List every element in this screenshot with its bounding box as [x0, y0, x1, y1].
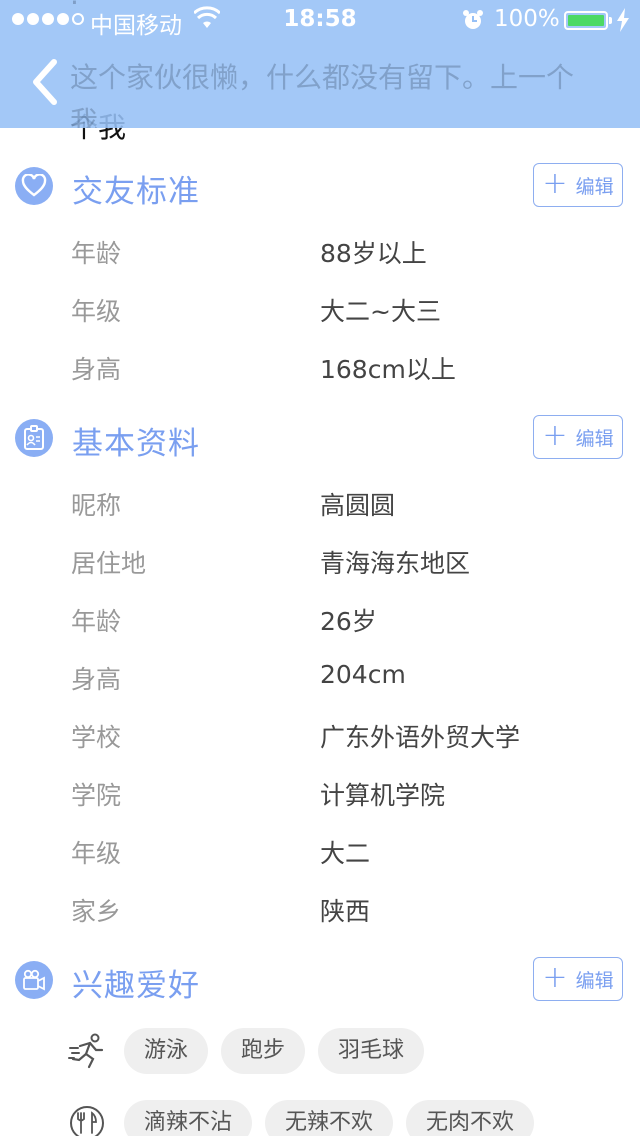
- hobby-tag[interactable]: 跑步: [221, 1028, 306, 1074]
- status-bar: 中国移动 18:58 100%: [0, 0, 640, 40]
- running-icon: [68, 1033, 104, 1069]
- battery-cap: [609, 17, 612, 24]
- row-value: 大二~大三: [320, 297, 441, 326]
- edit-basic-info-button[interactable]: + 编辑: [533, 415, 623, 459]
- food-tag-list: 滴辣不沾 无辣不欢 无肉不欢: [124, 1100, 535, 1136]
- back-button[interactable]: [28, 58, 62, 106]
- row-label: 身高: [71, 665, 122, 694]
- edit-label: 编辑: [575, 969, 614, 992]
- info-row: 学校 广东外语外贸大学: [0, 710, 640, 760]
- row-value: 168cm以上: [320, 355, 456, 384]
- row-value: 高圆圆: [320, 491, 396, 520]
- hobby-tag[interactable]: 羽毛球: [318, 1028, 425, 1074]
- row-value: 计算机学院: [320, 781, 446, 810]
- row-value: 青海海东地区: [320, 549, 471, 578]
- info-row: 昵称 高圆圆: [0, 478, 640, 528]
- row-label: 身高: [71, 355, 122, 384]
- row-label: 年龄: [71, 239, 122, 268]
- row-value: 88岁以上: [320, 239, 427, 268]
- section-title: 兴趣爱好: [72, 968, 200, 1004]
- hobby-tag[interactable]: 无辣不欢: [265, 1100, 394, 1136]
- row-value: 陕西: [320, 897, 371, 926]
- heart-icon: [15, 167, 53, 205]
- row-label: 年级: [71, 839, 122, 868]
- edit-label: 编辑: [575, 175, 614, 198]
- hobby-food-line: 滴辣不沾 无辣不欢 无肉不欢: [0, 1094, 640, 1136]
- row-label: 学校: [71, 723, 122, 752]
- hobby-tag[interactable]: 滴辣不沾: [124, 1100, 253, 1136]
- row-label: 家乡: [71, 897, 122, 926]
- row-label: 居住地: [71, 549, 147, 578]
- sports-tag-list: 游泳 跑步 羽毛球: [124, 1028, 425, 1074]
- criteria-row: 年级 大二~大三: [0, 284, 640, 334]
- section-friend-criteria-header: 交友标准 + 编辑: [0, 156, 640, 216]
- plus-icon: +: [542, 959, 568, 995]
- dining-icon: [70, 1106, 104, 1136]
- row-value: 26岁: [320, 607, 377, 636]
- section-title: 交友标准: [72, 174, 200, 210]
- edit-friend-criteria-button[interactable]: + 编辑: [533, 163, 623, 207]
- alarm-clock-icon: [463, 10, 483, 29]
- edit-hobbies-button[interactable]: + 编辑: [533, 957, 623, 1001]
- criteria-row: 身高 168cm以上: [0, 342, 640, 392]
- section-basic-info-header: 基本资料 + 编辑: [0, 408, 640, 468]
- row-value: 大二: [320, 839, 371, 868]
- info-row: 年级 大二: [0, 826, 640, 876]
- row-value: 广东外语外贸大学: [320, 723, 521, 752]
- hobby-tag[interactable]: 无肉不欢: [406, 1100, 535, 1136]
- info-row: 居住地 青海海东地区: [0, 536, 640, 586]
- nav-header: · 中国移动 18:58 100% 这个家伙很懒，什么都没有留下。上一个我: [0, 0, 640, 128]
- battery-icon: [564, 11, 608, 30]
- info-row: 身高 204cm: [0, 652, 640, 702]
- hobby-sports-line: 游泳 跑步 羽毛球: [0, 1022, 640, 1082]
- signature-text: 这个家伙很懒，什么都没有留下。上一个我: [70, 61, 575, 128]
- edit-label: 编辑: [575, 427, 614, 450]
- row-label: 年龄: [71, 607, 122, 636]
- row-label: 学院: [71, 781, 122, 810]
- section-title: 基本资料: [72, 426, 200, 462]
- criteria-row: 年龄 88岁以上: [0, 226, 640, 276]
- battery-percentage: 100%: [494, 6, 560, 32]
- row-label: 昵称: [71, 491, 122, 520]
- hobby-tag[interactable]: 游泳: [124, 1028, 209, 1074]
- row-label: 年级: [71, 297, 122, 326]
- video-camera-icon: [15, 961, 53, 999]
- id-card-icon: [15, 419, 53, 457]
- info-row: 家乡 陕西: [0, 884, 640, 934]
- plus-icon: +: [542, 417, 568, 453]
- plus-icon: +: [542, 165, 568, 201]
- info-row: 年龄 26岁: [0, 594, 640, 644]
- row-value: 204cm: [320, 660, 406, 689]
- charging-bolt-icon: [617, 8, 629, 32]
- section-hobbies-header: 兴趣爱好 + 编辑: [0, 950, 640, 1010]
- info-row: 学院 计算机学院: [0, 768, 640, 818]
